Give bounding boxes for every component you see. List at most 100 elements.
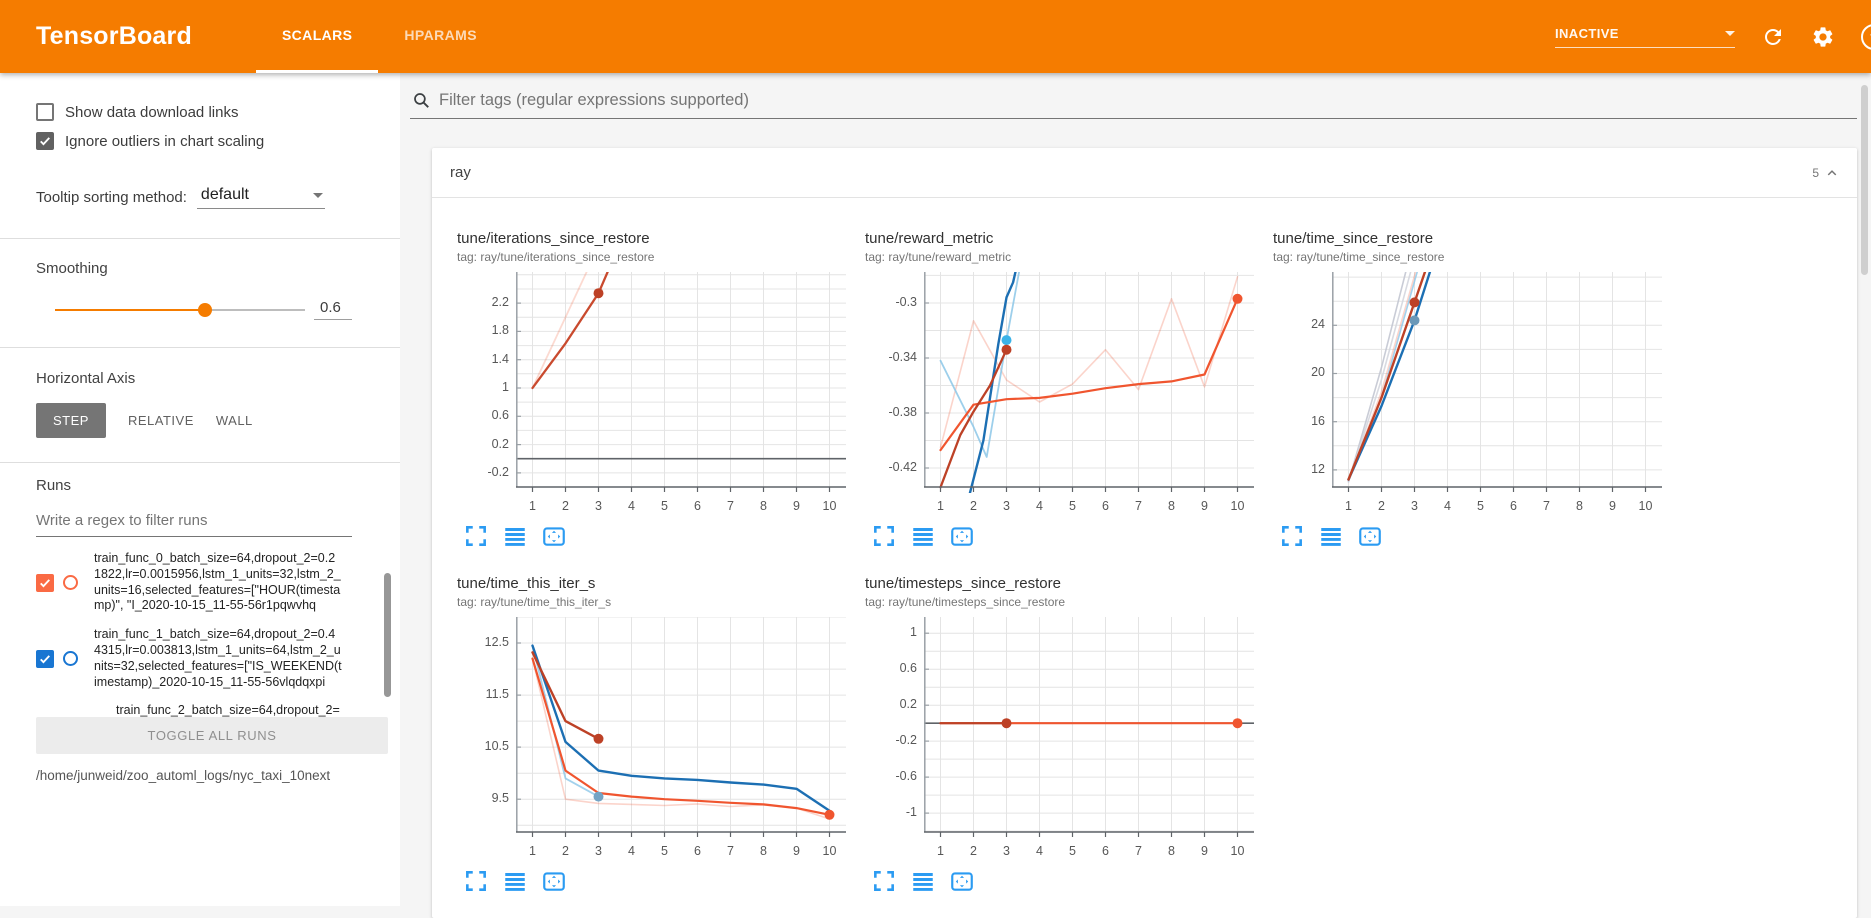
status-dropdown-value: INACTIVE <box>1555 26 1619 41</box>
x-tick-label: 3 <box>595 844 602 858</box>
x-tick-label: 3 <box>1411 499 1418 513</box>
smoothing-slider[interactable] <box>55 302 305 318</box>
slider-thumb[interactable] <box>198 303 212 317</box>
help-icon[interactable]: ? <box>1861 24 1871 50</box>
axis-step-button[interactable]: STEP <box>36 403 106 438</box>
run-row[interactable]: train_func_0_batch_size=64,dropout_2=0.2… <box>36 551 352 614</box>
status-dropdown[interactable]: INACTIVE <box>1555 26 1735 48</box>
tab-hparams[interactable]: HPARAMS <box>378 0 503 73</box>
chevron-down-icon <box>1725 31 1735 36</box>
settings-icon[interactable] <box>1811 25 1835 49</box>
ignore-outliers-checkbox[interactable] <box>36 132 54 150</box>
fit-domain-icon[interactable] <box>949 868 975 894</box>
chart-plot[interactable] <box>516 617 846 838</box>
run-row[interactable]: train_func_1_batch_size=64,dropout_2=0.4… <box>36 627 352 690</box>
x-tick-label: 4 <box>1036 499 1043 513</box>
x-tick-label: 10 <box>823 844 837 858</box>
tag-filter-input[interactable] <box>439 91 1857 110</box>
x-tick-label: 2 <box>562 499 569 513</box>
scalar-chart-card: tune/time_this_iter_stag: ray/tune/time_… <box>457 575 857 894</box>
chart-plot[interactable] <box>924 272 1254 493</box>
run-selector-icon[interactable] <box>502 868 528 894</box>
run-checkbox[interactable] <box>36 574 54 592</box>
x-tick-label: 8 <box>760 499 767 513</box>
tab-bar: SCALARS HPARAMS <box>256 0 503 73</box>
run-filter-input[interactable] <box>36 508 352 537</box>
expand-chart-icon[interactable] <box>1279 523 1305 549</box>
axis-relative-button[interactable]: RELATIVE <box>128 413 194 428</box>
show-download-links-checkbox[interactable] <box>36 103 54 121</box>
chart-plot[interactable] <box>516 272 846 493</box>
fit-domain-icon[interactable] <box>541 523 567 549</box>
chart-tag: tag: ray/tune/timesteps_since_restore <box>865 595 1265 609</box>
run-row[interactable]: train_func_2_batch_size=64,dropout_2= <box>100 703 352 718</box>
x-tick-label: 2 <box>1378 499 1385 513</box>
chevron-up-icon[interactable] <box>1823 164 1841 182</box>
chart-toolbar <box>463 868 857 894</box>
axis-wall-button[interactable]: WALL <box>216 413 253 428</box>
y-tick-label: -0.2 <box>895 733 917 747</box>
x-tick-label: 4 <box>1444 499 1451 513</box>
tag-group-header[interactable]: ray 5 <box>432 148 1857 198</box>
run-checkbox[interactable] <box>36 650 54 668</box>
x-tick-label: 6 <box>694 844 701 858</box>
refresh-icon[interactable] <box>1761 25 1785 49</box>
run-color-radio[interactable] <box>63 575 78 590</box>
x-tick-label: 10 <box>1231 844 1245 858</box>
chart-toolbar <box>871 868 1265 894</box>
y-tick-label: -0.2 <box>487 465 509 479</box>
expand-chart-icon[interactable] <box>463 868 489 894</box>
smoothing-label: Smoothing <box>36 260 352 277</box>
x-tick-label: 4 <box>628 499 635 513</box>
run-color-radio[interactable] <box>63 651 78 666</box>
expand-chart-icon[interactable] <box>871 523 897 549</box>
ignore-outliers-option[interactable]: Ignore outliers in chart scaling <box>36 132 352 150</box>
tooltip-sorting-select[interactable]: default <box>197 186 325 209</box>
run-selector-icon[interactable] <box>910 523 936 549</box>
fit-domain-icon[interactable] <box>541 868 567 894</box>
x-axis-labels: 12345678910 <box>1273 493 1673 515</box>
chart-plot-row: 12.511.510.59.5 <box>457 617 857 838</box>
y-tick-label: 16 <box>1311 414 1325 428</box>
x-tick-label: 1 <box>529 499 536 513</box>
chart-plot[interactable] <box>1332 272 1662 493</box>
fit-domain-icon[interactable] <box>1357 523 1383 549</box>
x-tick-label: 7 <box>727 499 734 513</box>
chart-tag: tag: ray/tune/iterations_since_restore <box>457 250 857 264</box>
option-label: Show data download links <box>65 104 238 121</box>
fit-domain-icon[interactable] <box>949 523 975 549</box>
x-tick-label: 6 <box>694 499 701 513</box>
tab-scalars[interactable]: SCALARS <box>256 0 378 73</box>
scalar-chart-card: tune/timesteps_since_restoretag: ray/tun… <box>865 575 1265 894</box>
chart-title: tune/iterations_since_restore <box>457 230 857 247</box>
chart-tag: tag: ray/tune/reward_metric <box>865 250 1265 264</box>
tooltip-sorting-value: default <box>201 186 249 204</box>
toggle-all-runs-button[interactable]: TOGGLE ALL RUNS <box>36 717 388 754</box>
expand-chart-icon[interactable] <box>871 868 897 894</box>
x-tick-label: 5 <box>661 844 668 858</box>
x-tick-label: 6 <box>1102 844 1109 858</box>
run-selector-icon[interactable] <box>910 868 936 894</box>
page-scrollbar[interactable] <box>1861 85 1868 275</box>
run-name: train_func_2_batch_size=64,dropout_2= <box>116 703 352 718</box>
y-tick-label: 0.6 <box>900 661 917 675</box>
run-name: train_func_0_batch_size=64,dropout_2=0.2… <box>94 551 342 614</box>
run-selector-icon[interactable] <box>1318 523 1344 549</box>
option-label: Ignore outliers in chart scaling <box>65 133 264 150</box>
app-title: TensorBoard <box>36 22 192 51</box>
x-tick-label: 2 <box>970 499 977 513</box>
expand-chart-icon[interactable] <box>463 523 489 549</box>
chart-plot[interactable] <box>924 617 1254 838</box>
search-icon <box>412 91 431 110</box>
check-icon <box>38 134 52 148</box>
smoothing-value[interactable]: 0.6 <box>314 299 352 320</box>
tag-group-title: ray <box>450 164 471 181</box>
show-download-links-option[interactable]: Show data download links <box>36 103 352 121</box>
sidebar-scrollbar[interactable] <box>384 573 391 697</box>
chart-plot-row: 10.60.2-0.2-0.6-1 <box>865 617 1265 838</box>
chart-tag: tag: ray/tune/time_this_iter_s <box>457 595 857 609</box>
x-tick-label: 6 <box>1510 499 1517 513</box>
tag-group-card: ray 5 tune/iterations_since_restore tag: … <box>432 148 1857 918</box>
run-selector-icon[interactable] <box>502 523 528 549</box>
x-tick-label: 9 <box>793 499 800 513</box>
